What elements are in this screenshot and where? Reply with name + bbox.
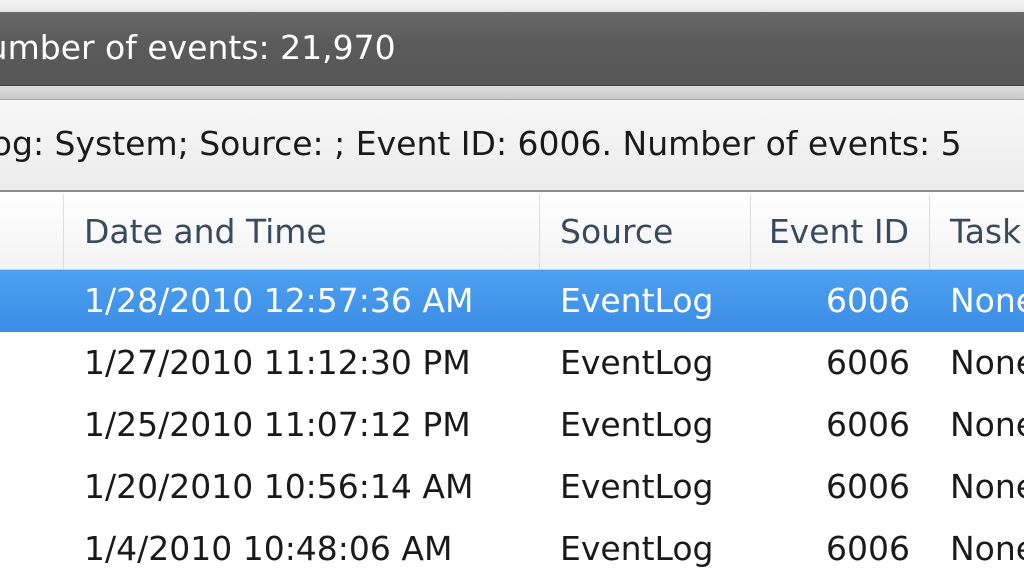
- column-header-source[interactable]: Source: [540, 194, 751, 269]
- column-header-date-time[interactable]: Date and Time: [64, 194, 540, 269]
- cell-source: EventLog: [560, 405, 714, 444]
- cell-date-time: 1/28/2010 12:57:36 AM: [84, 281, 474, 320]
- column-header-task-category[interactable]: Task Category: [930, 194, 1024, 269]
- cell-event-id: 6006: [826, 467, 910, 506]
- cell-task-category: None: [950, 529, 1024, 568]
- column-header-event-id-label: Event ID: [768, 212, 909, 251]
- cell-date-time: 1/25/2010 11:07:12 PM: [84, 405, 471, 444]
- cell-source: EventLog: [560, 343, 714, 382]
- table-row[interactable]: 1/27/2010 11:12:30 PM EventLog 6006 None: [0, 332, 1024, 394]
- cell-source: EventLog: [560, 281, 714, 320]
- cell-event-id: 6006: [826, 405, 910, 444]
- cell-source: EventLog: [560, 529, 714, 568]
- cell-task-category: None: [950, 343, 1024, 382]
- table-row[interactable]: 1/4/2010 10:48:06 AM EventLog 6006 None: [0, 518, 1024, 576]
- column-header-source-label: Source: [560, 212, 674, 251]
- cell-date-time: 1/4/2010 10:48:06 AM: [84, 529, 453, 568]
- event-viewer-screen: Number of events: 21,970 Log: System; So…: [0, 0, 1024, 576]
- cell-source: EventLog: [560, 467, 714, 506]
- cell-event-id: 6006: [826, 281, 910, 320]
- cell-date-time: 1/27/2010 11:12:30 PM: [84, 343, 471, 382]
- header-divider: [0, 86, 1024, 100]
- cell-task-category: None: [950, 281, 1024, 320]
- column-header-level[interactable]: [0, 194, 64, 269]
- log-summary-header: Number of events: 21,970: [0, 12, 1024, 86]
- cell-date-time: 1/20/2010 10:56:14 AM: [84, 467, 474, 506]
- table-row[interactable]: 1/28/2010 12:57:36 AM EventLog 6006 None: [0, 270, 1024, 332]
- cell-event-id: 6006: [826, 343, 910, 382]
- column-header-date-time-label: Date and Time: [84, 212, 327, 251]
- column-header-event-id[interactable]: Event ID: [751, 194, 930, 269]
- total-events-label: Number of events: 21,970: [0, 28, 396, 67]
- cell-task-category: None: [950, 405, 1024, 444]
- column-header-task-category-label: Task Category: [950, 212, 1024, 251]
- filter-summary-bar: Log: System; Source: ; Event ID: 6006. N…: [0, 100, 1024, 192]
- cell-event-id: 6006: [826, 529, 910, 568]
- table-row[interactable]: 1/20/2010 10:56:14 AM EventLog 6006 None: [0, 456, 1024, 518]
- event-list: 1/28/2010 12:57:36 AM EventLog 6006 None…: [0, 270, 1024, 576]
- cell-task-category: None: [950, 467, 1024, 506]
- window-top-strip: [0, 0, 1024, 12]
- table-header: Date and Time Source Event ID Task Categ…: [0, 194, 1024, 270]
- table-row[interactable]: 1/25/2010 11:07:12 PM EventLog 6006 None: [0, 394, 1024, 456]
- filter-description: Log: System; Source: ; Event ID: 6006. N…: [0, 124, 962, 163]
